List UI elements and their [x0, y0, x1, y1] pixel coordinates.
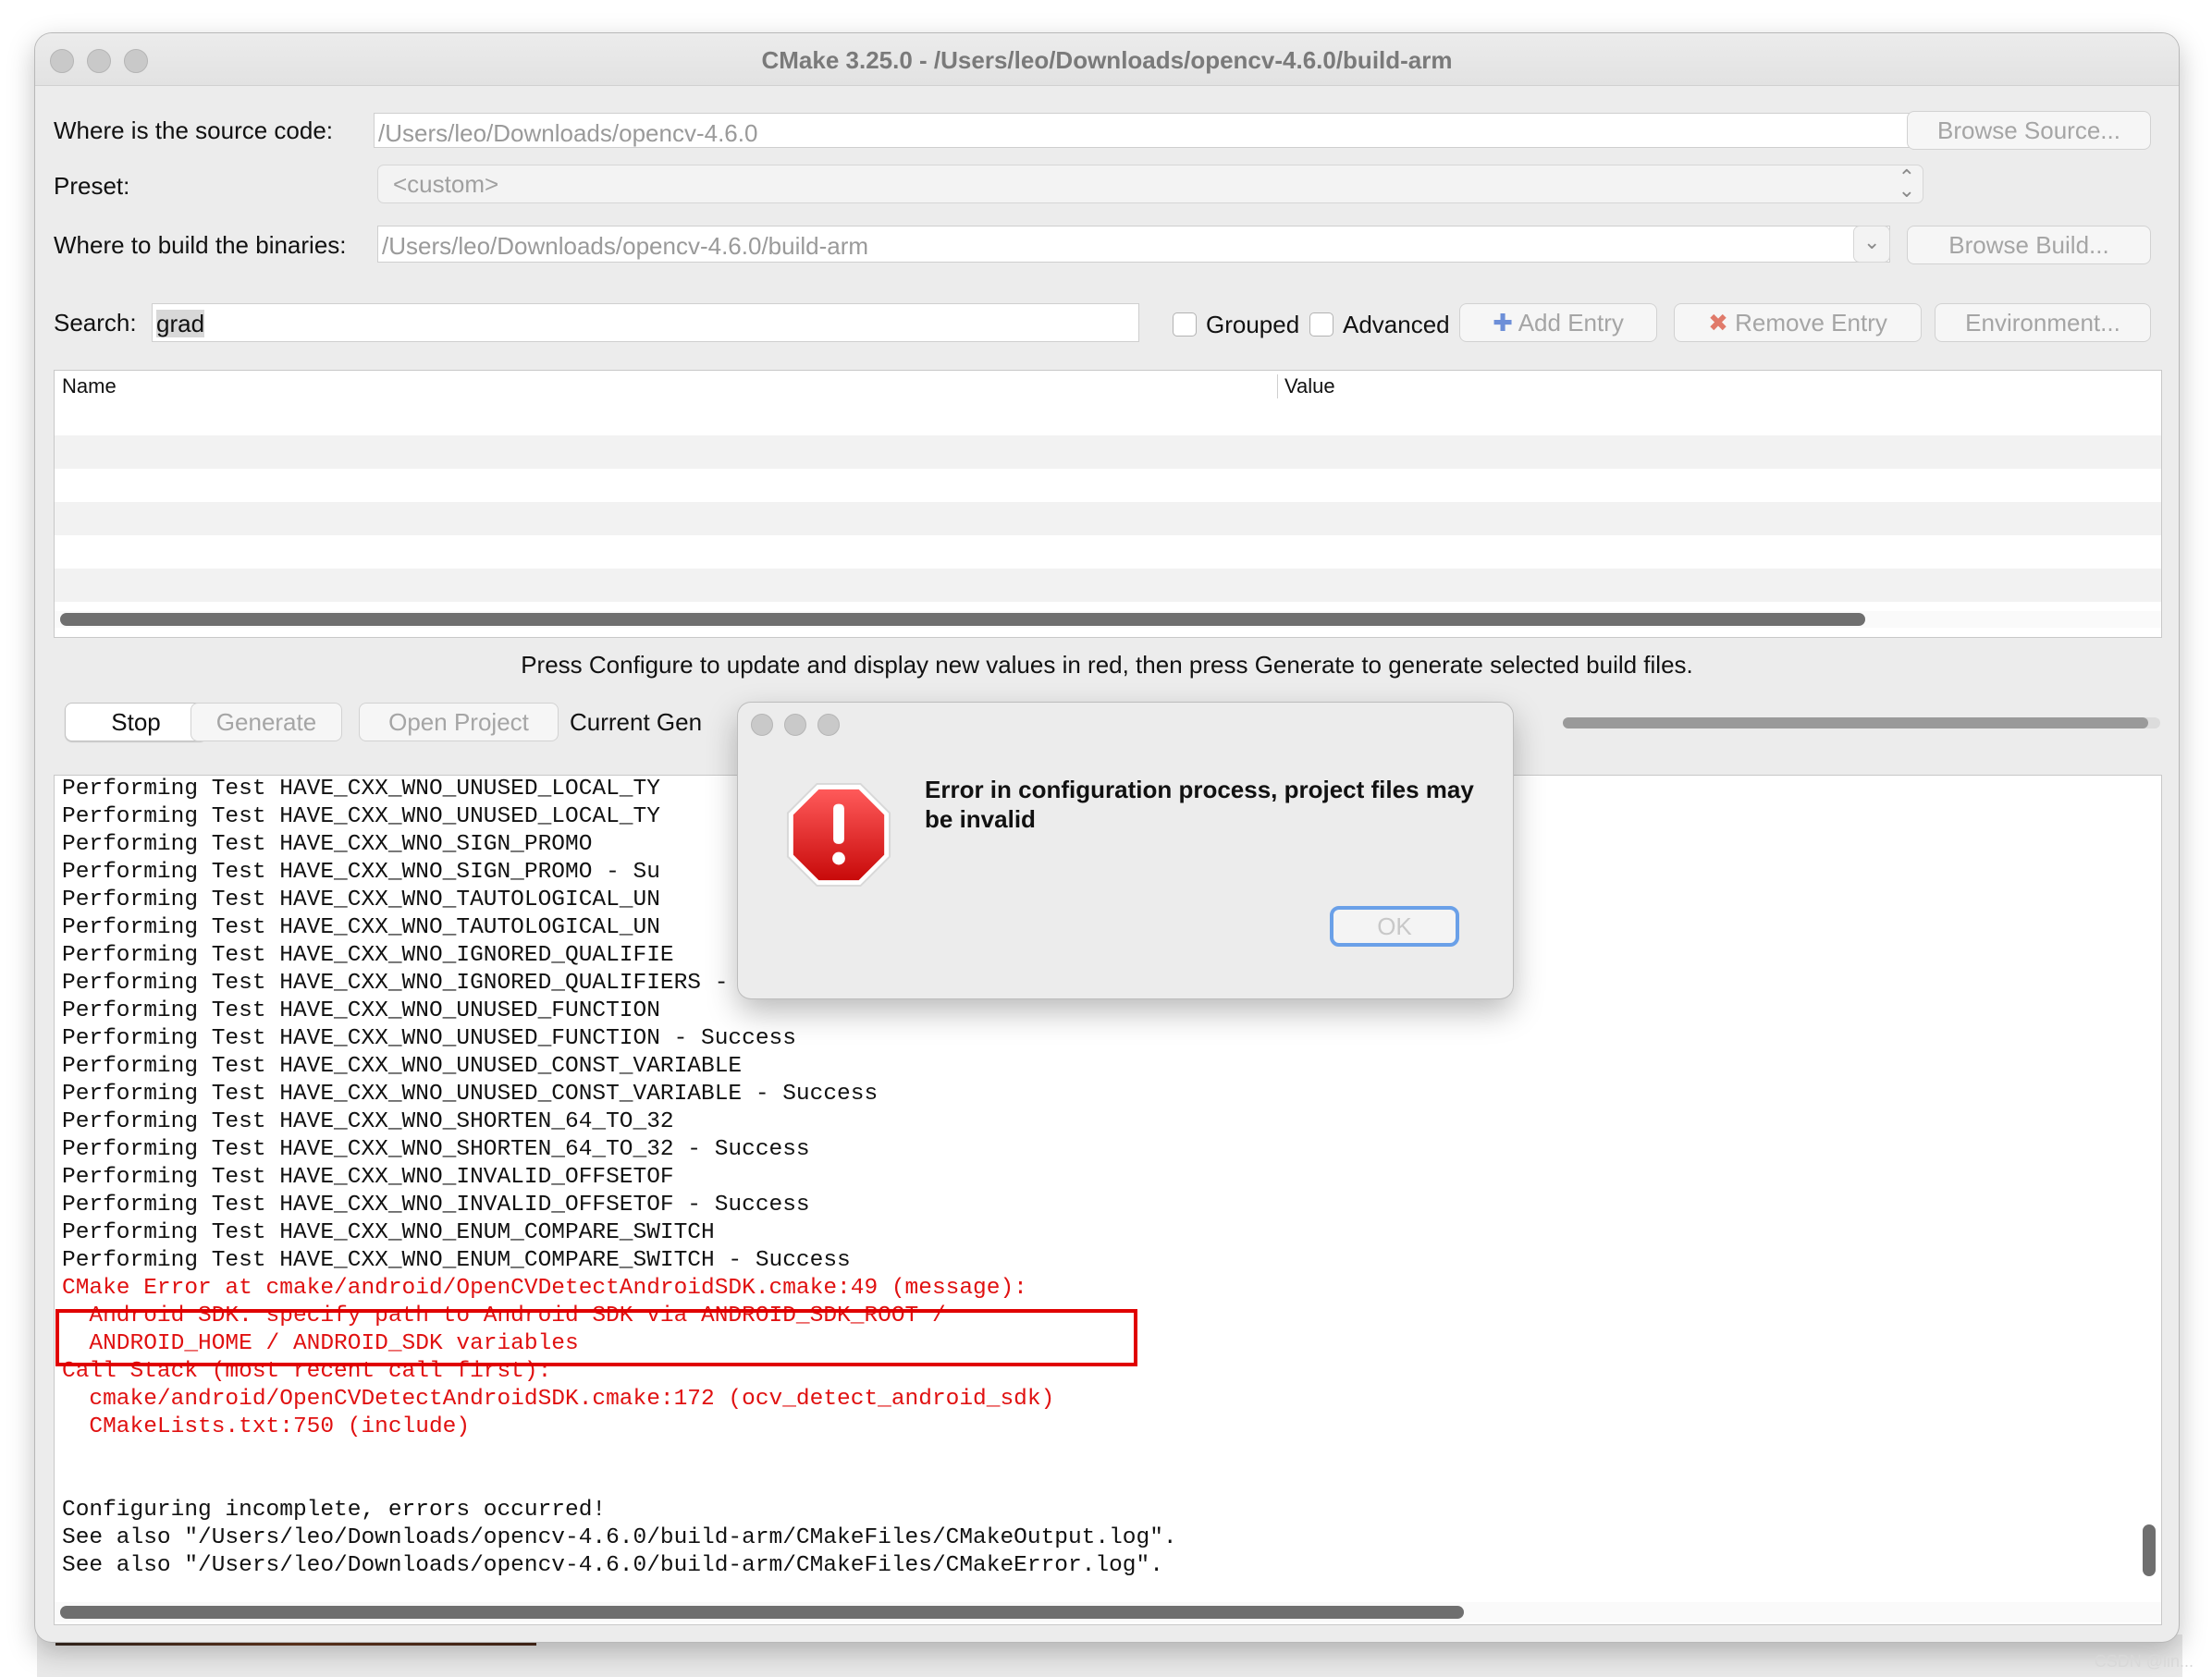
table-row — [55, 502, 2161, 535]
advanced-checkbox[interactable] — [1309, 312, 1333, 337]
build-binaries-input[interactable]: /Users/leo/Downloads/opencv-4.6.0/build-… — [377, 226, 1890, 263]
up-down-chevron-icon: ⌃ ⌄ — [1898, 165, 1915, 202]
table-row — [55, 402, 2161, 435]
window-title: CMake 3.25.0 - /Users/leo/Downloads/open… — [761, 46, 1453, 74]
table-row — [55, 469, 2161, 502]
preset-label: Preset: — [54, 172, 130, 200]
cache-table[interactable]: Name Value — [54, 370, 2162, 638]
grouped-label: Grouped — [1206, 311, 1300, 338]
log-error-line: CMake Error at cmake/android/OpenCVDetec… — [62, 1276, 1027, 1301]
title-bar[interactable]: CMake 3.25.0 - /Users/leo/Downloads/open… — [35, 33, 2179, 86]
add-entry-label: Add Entry — [1518, 309, 1624, 337]
table-header: Name Value — [55, 371, 2161, 403]
value-column-header[interactable]: Value — [1284, 374, 1335, 398]
log-line: Performing Test HAVE_CXX_WNO_UNUSED_FUNC… — [62, 1026, 796, 1051]
column-separator — [1277, 374, 1278, 398]
log-line: Performing Test HAVE_CXX_WNO_ENUM_COMPAR… — [62, 1248, 851, 1273]
dialog-message: Error in configuration process, project … — [925, 776, 1474, 833]
log-line: Performing Test HAVE_CXX_WNO_UNUSED_FUNC… — [62, 998, 660, 1023]
log-line: Performing Test HAVE_CXX_WNO_INVALID_OFF… — [62, 1165, 674, 1190]
stop-exclamation-icon — [786, 782, 891, 887]
build-binaries-label: Where to build the binaries: — [54, 231, 347, 259]
search-value: grad — [156, 310, 205, 337]
dialog-minimize-button[interactable] — [784, 714, 806, 736]
preset-select[interactable]: <custom> ⌃ ⌄ — [377, 165, 1923, 203]
name-column-header[interactable]: Name — [62, 374, 117, 398]
remove-entry-button[interactable]: ✖ Remove Entry — [1674, 303, 1922, 342]
advanced-label: Advanced — [1343, 311, 1450, 338]
configure-hint: Press Configure to update and display ne… — [521, 651, 1693, 679]
table-row — [55, 435, 2161, 469]
browse-source-button[interactable]: Browse Source... — [1907, 111, 2151, 150]
log-line: Performing Test HAVE_CXX_WNO_SHORTEN_64_… — [62, 1137, 810, 1162]
table-hscroll-thumb[interactable] — [60, 613, 1865, 626]
log-line: Performing Test HAVE_CXX_WNO_INVALID_OFF… — [62, 1193, 810, 1218]
output-hscroll-track[interactable] — [55, 1602, 2161, 1622]
open-project-button[interactable]: Open Project — [359, 703, 559, 741]
progress-fill — [1563, 717, 2149, 728]
watermark: CSDN @lin... — [2094, 1652, 2194, 1671]
stop-button[interactable]: Stop — [65, 703, 207, 741]
remove-entry-label: Remove Entry — [1735, 309, 1887, 337]
search-label: Search: — [54, 309, 137, 337]
table-row — [55, 535, 2161, 569]
add-entry-button[interactable]: ✚ Add Entry — [1459, 303, 1657, 342]
source-code-input[interactable]: /Users/leo/Downloads/opencv-4.6.0 — [374, 113, 1925, 148]
remove-x-icon: ✖ — [1708, 309, 1728, 337]
progress-bar — [1563, 717, 2160, 728]
dialog-zoom-button[interactable] — [817, 714, 840, 736]
dialog-close-button[interactable] — [751, 714, 773, 736]
plus-icon: ✚ — [1493, 309, 1513, 337]
error-highlight-box — [55, 1309, 1137, 1366]
log-line: Performing Test HAVE_CXX_WNO_UNUSED_CONS… — [62, 1082, 879, 1107]
log-line: Performing Test HAVE_CXX_WNO_SHORTEN_64_… — [62, 1109, 674, 1134]
output-vscroll-thumb[interactable] — [2143, 1524, 2156, 1576]
table-row — [55, 569, 2161, 602]
grouped-checkbox[interactable] — [1173, 312, 1197, 337]
log-error-line: CMakeLists.txt:750 (include) — [62, 1414, 471, 1439]
environment-button[interactable]: Environment... — [1935, 303, 2151, 342]
browse-build-button[interactable]: Browse Build... — [1907, 226, 2151, 264]
preset-value: <custom> — [393, 170, 499, 198]
cmake-window: CMake 3.25.0 - /Users/leo/Downloads/open… — [35, 33, 2179, 1642]
output-hscroll-thumb[interactable] — [60, 1606, 1464, 1619]
source-code-label: Where is the source code: — [54, 116, 334, 144]
generate-button[interactable]: Generate — [190, 703, 342, 741]
ok-button[interactable]: OK — [1330, 906, 1459, 947]
log-line: Configuring incomplete, errors occurred! — [62, 1498, 607, 1523]
log-line: See also "/Users/leo/Downloads/opencv-4.… — [62, 1525, 1177, 1550]
build-dropdown-button[interactable]: ⌄ — [1853, 226, 1890, 263]
log-error-line: cmake/android/OpenCVDetectAndroidSDK.cma… — [62, 1387, 1055, 1412]
log-line: Performing Test HAVE_CXX_WNO_ENUM_COMPAR… — [62, 1220, 715, 1245]
log-line: Performing Test HAVE_CXX_WNO_UNUSED_CONS… — [62, 1054, 743, 1079]
log-line: See also "/Users/leo/Downloads/opencv-4.… — [62, 1553, 1163, 1578]
table-hscroll-track[interactable] — [55, 611, 2161, 628]
current-generator-label: Current Gen — [570, 708, 703, 736]
search-input[interactable]: grad — [152, 303, 1139, 342]
error-dialog: Error in configuration process, project … — [738, 703, 1513, 998]
chevron-down-icon: ⌄ — [1863, 230, 1881, 253]
